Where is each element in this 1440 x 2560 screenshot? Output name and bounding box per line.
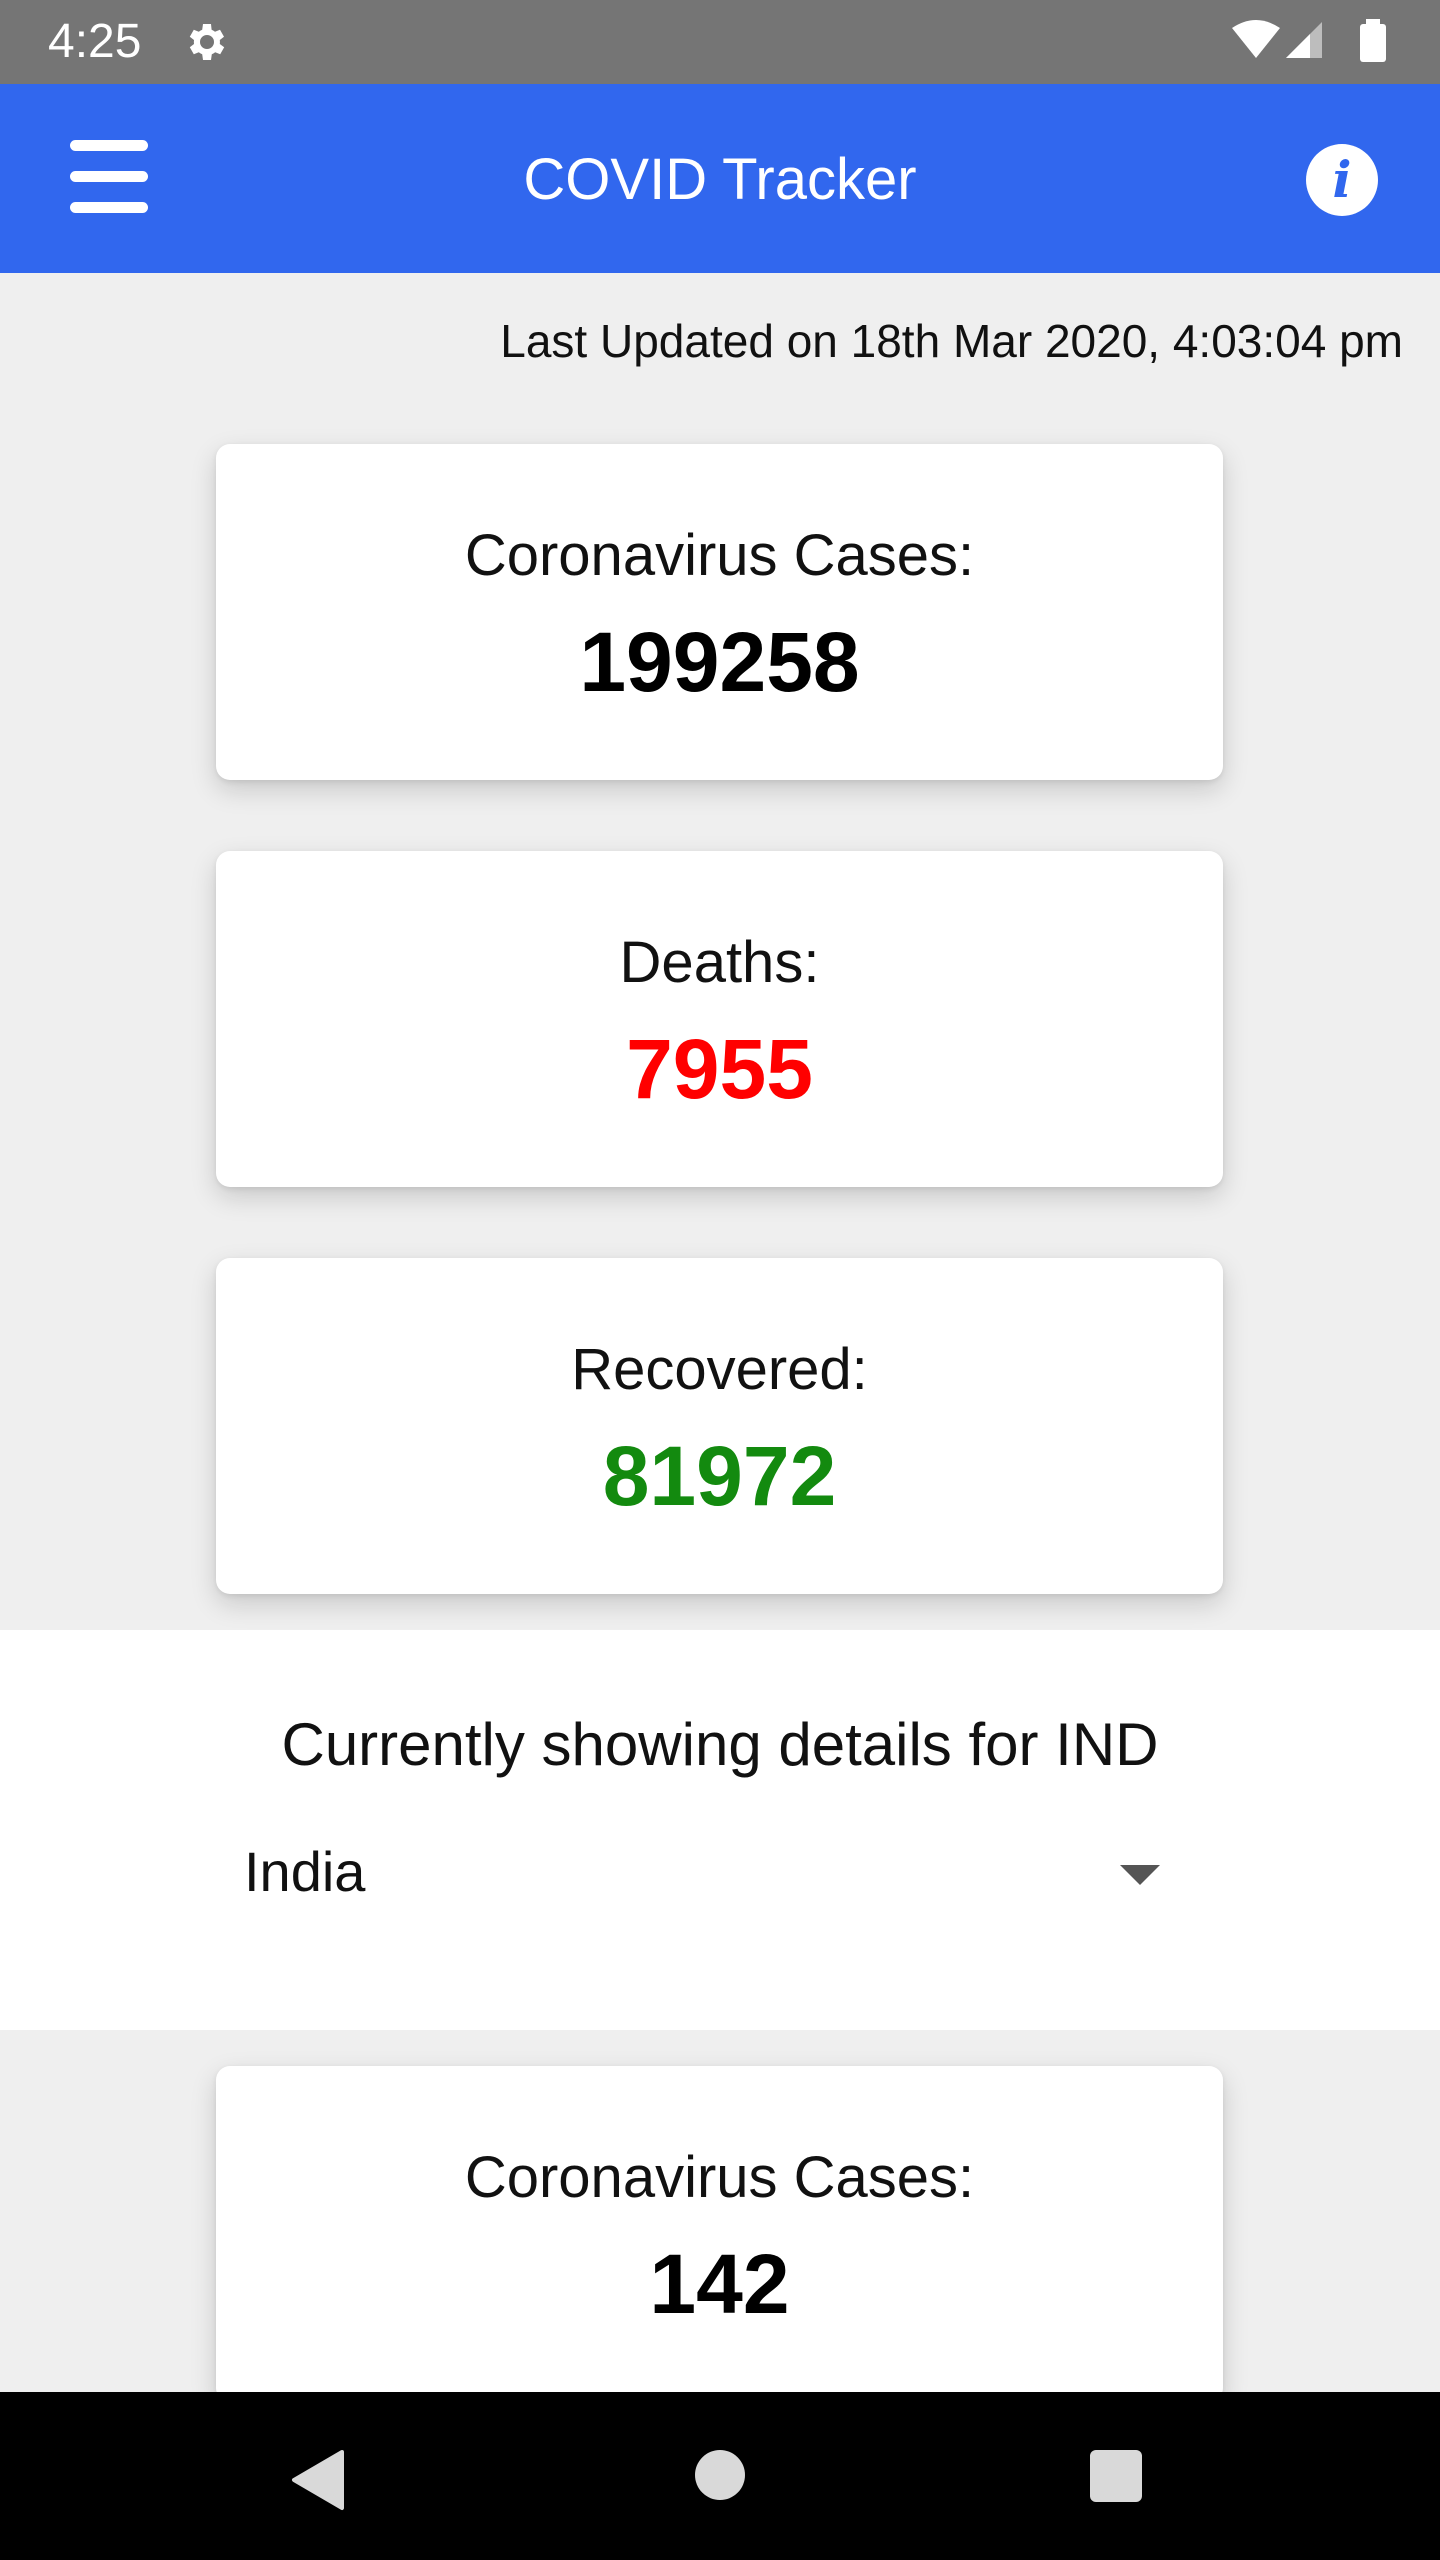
wifi-icon (1232, 20, 1280, 58)
recovered-value: 81972 (602, 1429, 837, 1523)
dropdown-arrow-icon (1120, 1865, 1160, 1885)
deaths-value: 7955 (626, 1022, 813, 1116)
page-title: COVID Tracker (523, 147, 917, 212)
battery-icon (1360, 24, 1386, 62)
country-cases-value: 142 (649, 2237, 790, 2331)
country-section (0, 1630, 1440, 2030)
settings-gear-icon (189, 24, 225, 60)
status-time: 4:25 (48, 15, 142, 68)
country-dropdown[interactable]: India (244, 1835, 1172, 1917)
info-icon[interactable]: i (1306, 144, 1378, 216)
status-icons (1232, 19, 1386, 62)
cases-label: Coronavirus Cases: (464, 523, 975, 588)
cases-card: Coronavirus Cases: 199258 (216, 444, 1223, 780)
recovered-label: Recovered: (571, 1337, 868, 1402)
back-icon[interactable] (290, 2448, 346, 2512)
recovered-card: Recovered: 81972 (216, 1258, 1223, 1594)
home-icon[interactable] (695, 2450, 745, 2500)
country-dropdown-value: India (244, 1840, 366, 1903)
cases-value: 199258 (579, 615, 860, 709)
last-updated-text: Last Updated on 18th Mar 2020, 4:03:04 p… (500, 315, 1403, 367)
deaths-card: Deaths: 7955 (216, 851, 1223, 1187)
country-cases-label: Coronavirus Cases: (464, 2145, 975, 2210)
deaths-label: Deaths: (619, 930, 820, 995)
status-bar: 4:25 (0, 0, 1440, 84)
country-cases-card: Coronavirus Cases: 142 (216, 2066, 1223, 2402)
recent-apps-icon[interactable] (1090, 2450, 1142, 2502)
showing-details-text: Currently showing details for IND (281, 1711, 1159, 1778)
